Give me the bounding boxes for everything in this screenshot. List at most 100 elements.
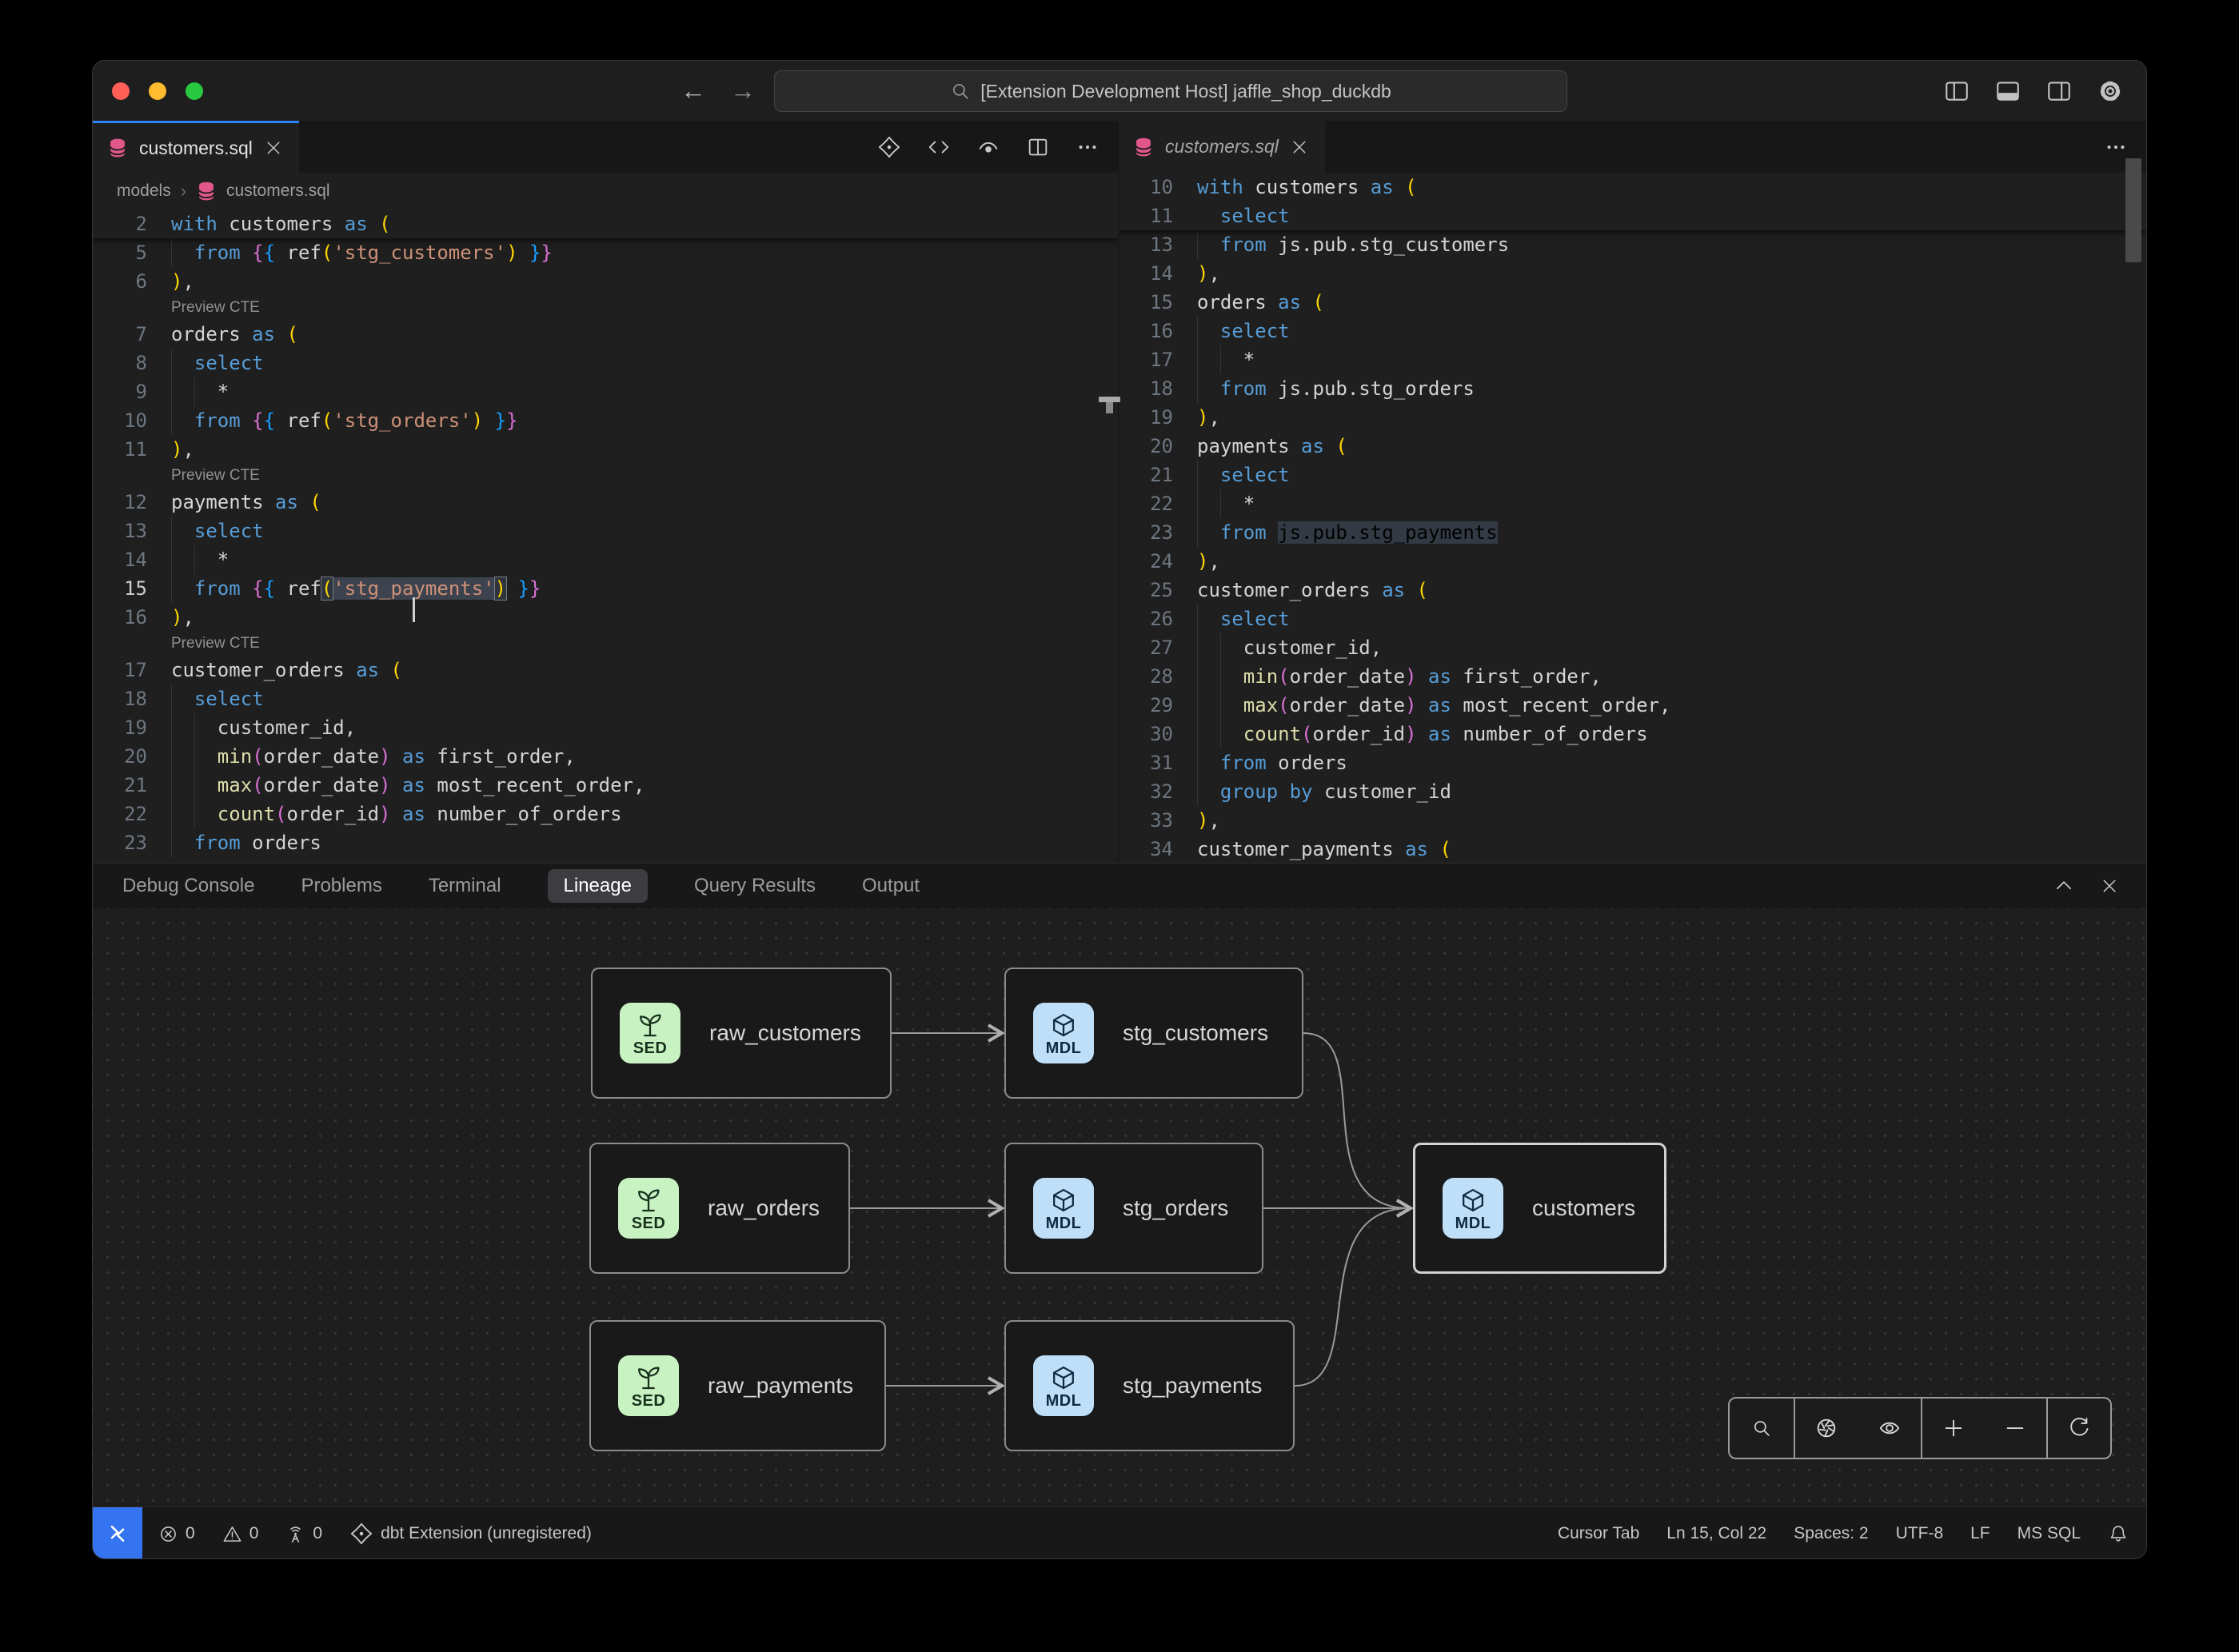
code-line-17[interactable]: 17customer_orders as ( <box>93 656 1118 684</box>
close-tab-icon[interactable] <box>264 138 283 158</box>
aperture-button[interactable] <box>1809 1411 1844 1446</box>
scrollbar[interactable] <box>2125 158 2141 262</box>
preview-cte-lens[interactable]: Preview CTE <box>171 296 260 320</box>
refresh-button[interactable] <box>2061 1411 2097 1446</box>
status-ms-sql[interactable]: MS SQL <box>2017 1524 2081 1543</box>
code-line-10[interactable]: 10with customers as ( <box>1119 173 2146 202</box>
code-line-11[interactable]: 11 select <box>1119 202 2146 230</box>
breadcrumb-file[interactable]: customers.sql <box>226 182 330 201</box>
command-center-search[interactable]: [Extension Development Host] jaffle_shop… <box>774 70 1567 112</box>
status-radio-tower[interactable]: 0 <box>285 1524 322 1544</box>
close-panel-button[interactable] <box>2100 876 2119 896</box>
sticky-scroll[interactable]: 2with customers as ( <box>93 209 1118 238</box>
close-window-button[interactable] <box>112 82 130 100</box>
lineage-node-stg_payments[interactable]: MDLstg_payments <box>1004 1320 1295 1451</box>
close-tab-icon[interactable] <box>1290 138 1309 157</box>
chevron-up-panel-button[interactable] <box>2053 876 2074 896</box>
code-line-26[interactable]: 26 select <box>1119 605 2146 633</box>
code-line-21[interactable]: 21 max(order_date) as most_recent_order, <box>93 771 1118 800</box>
status-warning[interactable]: 0 <box>222 1524 259 1544</box>
tab-customers-sql[interactable]: customers.sql <box>93 121 299 173</box>
remote-indicator[interactable] <box>93 1507 142 1559</box>
code-line-2[interactable]: 2with customers as ( <box>93 209 1118 238</box>
code-line-24[interactable]: 24), <box>1119 547 2146 576</box>
more-actions-button[interactable] <box>1073 133 1102 162</box>
status-utf-8[interactable]: UTF-8 <box>1896 1524 1944 1543</box>
panel-tab-query-results[interactable]: Query Results <box>694 875 816 897</box>
code-line-14[interactable]: 14 * <box>93 545 1118 574</box>
history-forward-button[interactable]: → <box>730 76 756 106</box>
layout-sidebar-left-button[interactable] <box>1942 76 1972 106</box>
panel-tab-debug-console[interactable]: Debug Console <box>122 875 254 897</box>
lineage-node-stg_orders[interactable]: MDLstg_orders <box>1004 1143 1263 1274</box>
code-line-27[interactable]: 27 customer_id, <box>1119 633 2146 662</box>
panel-tab-lineage[interactable]: Lineage <box>548 869 648 903</box>
code-editor-left[interactable]: 5 from {{ ref('stg_customers') }}6),Prev… <box>93 209 1118 863</box>
code-line-19[interactable]: 19 customer_id, <box>93 713 1118 742</box>
code-line-34[interactable]: 34customer_payments as ( <box>1119 835 2146 863</box>
sash-handle[interactable] <box>1099 397 1120 413</box>
status-spaces-2[interactable]: Spaces: 2 <box>1794 1524 1868 1543</box>
code-line-11[interactable]: 11), <box>93 435 1118 464</box>
lineage-node-stg_customers[interactable]: MDLstg_customers <box>1004 968 1303 1099</box>
code-line-30[interactable]: 30 count(order_id) as number_of_orders <box>1119 720 2146 748</box>
status-ln-15-col-22[interactable]: Ln 15, Col 22 <box>1666 1524 1766 1543</box>
more-actions-button[interactable] <box>2101 133 2130 162</box>
code-line-10[interactable]: 10 from {{ ref('stg_orders') }} <box>93 406 1118 435</box>
code-line-32[interactable]: 32 group by customer_id <box>1119 777 2146 806</box>
lineage-canvas[interactable]: SEDraw_customers MDLstg_customers SEDraw_o… <box>93 908 2146 1506</box>
code-line-25[interactable]: 25customer_orders as ( <box>1119 576 2146 605</box>
history-back-button[interactable]: ← <box>680 76 706 106</box>
code-line-29[interactable]: 29 max(order_date) as most_recent_order, <box>1119 691 2146 720</box>
code-line-9[interactable]: 9 * <box>93 377 1118 406</box>
status-lf[interactable]: LF <box>1970 1524 1990 1543</box>
code-line-23[interactable]: 23 from orders <box>93 828 1118 857</box>
dbt-button[interactable] <box>875 133 904 162</box>
preview-cte-lens[interactable]: Preview CTE <box>171 464 260 488</box>
tab-customers-sql-compiled[interactable]: customers.sql <box>1119 121 1325 173</box>
code-line-19[interactable]: 19), <box>1119 403 2146 432</box>
lineage-node-customers[interactable]: MDLcustomers <box>1413 1143 1666 1274</box>
lineage-node-raw_customers[interactable]: SEDraw_customers <box>591 968 892 1099</box>
minimize-window-button[interactable] <box>149 82 166 100</box>
maximize-window-button[interactable] <box>186 82 203 100</box>
code-line-14[interactable]: 14), <box>1119 259 2146 288</box>
code-line-16[interactable]: 16), <box>93 603 1118 632</box>
code-line-28[interactable]: 28 min(order_date) as first_order, <box>1119 662 2146 691</box>
code-line-21[interactable]: 21 select <box>1119 461 2146 489</box>
code-line-31[interactable]: 31 from orders <box>1119 748 2146 777</box>
preview-cte-lens[interactable]: Preview CTE <box>171 632 260 656</box>
code-line-22[interactable]: 22 * <box>1119 489 2146 518</box>
code-line-33[interactable]: 33), <box>1119 806 2146 835</box>
lineage-node-raw_payments[interactable]: SEDraw_payments <box>589 1320 886 1451</box>
search-button[interactable] <box>1744 1411 1779 1446</box>
code-line-23[interactable]: 23 from js.pub.stg_payments <box>1119 518 2146 547</box>
code-line-13[interactable]: 13 select <box>93 517 1118 545</box>
breadcrumb-folder[interactable]: models <box>117 182 171 201</box>
code-line-13[interactable]: 13 from js.pub.stg_customers <box>1119 230 2146 259</box>
lineage-node-raw_orders[interactable]: SEDraw_orders <box>589 1143 850 1274</box>
settings-gear-button[interactable] <box>2095 76 2125 106</box>
code-line-15[interactable]: 15orders as ( <box>1119 288 2146 317</box>
panel-tab-problems[interactable]: Problems <box>301 875 381 897</box>
code-line-18[interactable]: 18 select <box>93 684 1118 713</box>
zoom-in-button[interactable] <box>1936 1411 1971 1446</box>
code-editor-right[interactable]: 13 from js.pub.stg_customers14),15orders… <box>1119 173 2146 863</box>
panel-tab-terminal[interactable]: Terminal <box>429 875 501 897</box>
layout-sidebar-right-button[interactable] <box>2044 76 2074 106</box>
zoom-out-button[interactable] <box>1998 1411 2033 1446</box>
preview-eye-button[interactable] <box>974 133 1003 162</box>
code-line-20[interactable]: 20payments as ( <box>1119 432 2146 461</box>
code-button[interactable] <box>924 133 953 162</box>
status-error[interactable]: 0 <box>158 1524 195 1544</box>
code-line-5[interactable]: 5 from {{ ref('stg_customers') }} <box>93 238 1118 267</box>
panel-tab-output[interactable]: Output <box>862 875 920 897</box>
split-editor-button[interactable] <box>1024 133 1052 162</box>
code-line-7[interactable]: 7orders as ( <box>93 320 1118 349</box>
code-line-8[interactable]: 8 select <box>93 349 1118 377</box>
notifications-bell[interactable] <box>2108 1523 2129 1544</box>
code-line-22[interactable]: 22 count(order_id) as number_of_orders <box>93 800 1118 828</box>
code-line-20[interactable]: 20 min(order_date) as first_order, <box>93 742 1118 771</box>
code-line-6[interactable]: 6), <box>93 267 1118 296</box>
layout-panel-bottom-button[interactable] <box>1993 76 2023 106</box>
